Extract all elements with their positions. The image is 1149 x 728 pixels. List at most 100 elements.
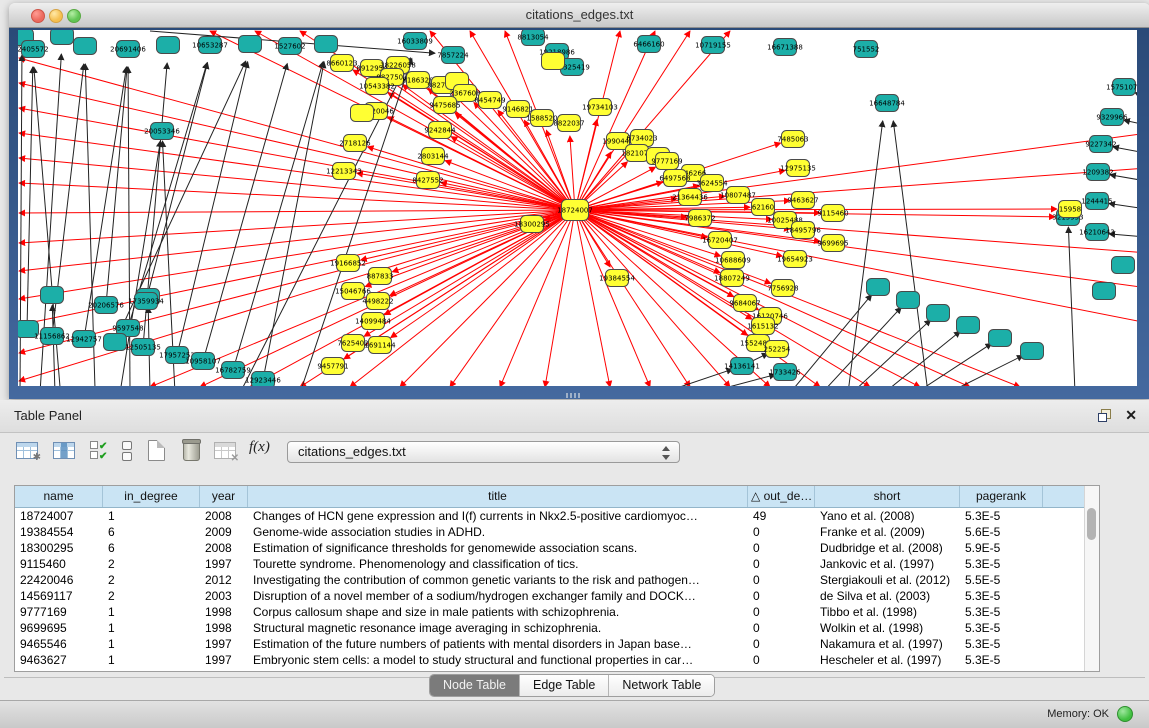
cell-in_degree[interactable]: 1 — [103, 652, 200, 668]
column-header-short[interactable]: short — [815, 486, 960, 507]
delete-column-icon[interactable] — [183, 441, 200, 461]
table-row[interactable]: 1872400712008Changes of HCN gene express… — [15, 508, 1099, 524]
cell-out_de[interactable]: 0 — [748, 652, 815, 668]
cell-in_degree[interactable]: 2 — [103, 556, 200, 572]
cell-title[interactable]: Structural magnetic resonance image aver… — [248, 620, 748, 636]
cell-title[interactable]: Genome-wide association studies in ADHD. — [248, 524, 748, 540]
table-row[interactable]: 969969511998Structural magnetic resonanc… — [15, 620, 1099, 636]
cell-short[interactable]: Franke et al. (2009) — [815, 524, 960, 540]
column-header-name[interactable]: name — [15, 486, 103, 507]
float-panel-icon[interactable] — [1098, 409, 1111, 422]
cell-short[interactable]: Nakamura et al. (1997) — [815, 636, 960, 652]
cell-year[interactable]: 2008 — [200, 540, 248, 556]
cell-short[interactable]: Dudbridge et al. (2008) — [815, 540, 960, 556]
table-selector-dropdown[interactable]: citations_edges.txt — [287, 441, 680, 463]
cell-out_de[interactable]: 0 — [748, 620, 815, 636]
cell-out_de[interactable]: 49 — [748, 508, 815, 524]
cell-pagerank[interactable]: 5.3E-5 — [960, 508, 1043, 524]
vertical-scrollbar[interactable] — [1084, 486, 1099, 671]
cell-short[interactable]: Wolkin et al. (1998) — [815, 620, 960, 636]
network-canvas[interactable]: 2405572206914061065328715276021603380978… — [18, 30, 1137, 386]
column-header-title[interactable]: title — [248, 486, 748, 507]
cell-in_degree[interactable]: 6 — [103, 540, 200, 556]
cell-title[interactable]: Tourette syndrome. Phenomenology and cla… — [248, 556, 748, 572]
tab-node-table[interactable]: Node Table — [430, 675, 520, 696]
column-visibility-icon[interactable] — [53, 442, 75, 459]
cell-pagerank[interactable]: 5.5E-5 — [960, 572, 1043, 588]
cell-in_degree[interactable]: 2 — [103, 572, 200, 588]
cell-year[interactable]: 1997 — [200, 556, 248, 572]
cell-title[interactable]: Changes of HCN gene expression and I(f) … — [248, 508, 748, 524]
cell-year[interactable]: 1997 — [200, 636, 248, 652]
table-row[interactable]: 1456911722003Disruption of a novel membe… — [15, 588, 1099, 604]
cell-out_de[interactable]: 0 — [748, 556, 815, 572]
window-titlebar[interactable]: citations_edges.txt — [9, 3, 1149, 28]
scrollbar-thumb[interactable] — [1087, 508, 1096, 540]
cell-year[interactable]: 2009 — [200, 524, 248, 540]
network-svg[interactable]: 2405572206914061065328715276021603380978… — [18, 30, 1137, 386]
cell-title[interactable]: Estimation of the future numbers of pati… — [248, 636, 748, 652]
cell-short[interactable]: Hescheler et al. (1997) — [815, 652, 960, 668]
table-row[interactable]: 946554611997Estimation of the future num… — [15, 636, 1099, 652]
table-row[interactable]: 2242004622012Investigating the contribut… — [15, 572, 1099, 588]
cell-out_de[interactable]: 0 — [748, 636, 815, 652]
cell-out_de[interactable]: 0 — [748, 540, 815, 556]
cell-in_degree[interactable]: 6 — [103, 524, 200, 540]
cell-title[interactable]: Disruption of a novel member of a sodium… — [248, 588, 748, 604]
cell-in_degree[interactable]: 1 — [103, 508, 200, 524]
cell-title[interactable]: Corpus callosum shape and size in male p… — [248, 604, 748, 620]
new-column-icon[interactable] — [148, 440, 165, 461]
tab-edge-table[interactable]: Edge Table — [520, 675, 609, 696]
table-row[interactable]: 946362711997Embryonic stem cells: a mode… — [15, 652, 1099, 668]
cell-year[interactable]: 1998 — [200, 620, 248, 636]
cell-pagerank[interactable]: 5.9E-5 — [960, 540, 1043, 556]
cell-name[interactable]: 18724007 — [15, 508, 103, 524]
cell-pagerank[interactable]: 5.3E-5 — [960, 636, 1043, 652]
cell-year[interactable]: 1997 — [200, 652, 248, 668]
cell-in_degree[interactable]: 1 — [103, 604, 200, 620]
cell-title[interactable]: Embryonic stem cells: a model to study s… — [248, 652, 748, 668]
cell-short[interactable]: Yano et al. (2008) — [815, 508, 960, 524]
cell-name[interactable]: 19384554 — [15, 524, 103, 540]
cell-name[interactable]: 9777169 — [15, 604, 103, 620]
cell-short[interactable]: Jankovic et al. (1997) — [815, 556, 960, 572]
table-merge-icon[interactable] — [122, 441, 132, 463]
table-mode-icon[interactable]: ✱ — [16, 442, 38, 459]
cell-year[interactable]: 2008 — [200, 508, 248, 524]
cell-year[interactable]: 2012 — [200, 572, 248, 588]
cell-pagerank[interactable]: 5.3E-5 — [960, 588, 1043, 604]
cell-short[interactable]: Tibbo et al. (1998) — [815, 604, 960, 620]
row-selection-icon[interactable]: ✔✔ — [90, 441, 107, 461]
table-row[interactable]: 1938455462009Genome-wide association stu… — [15, 524, 1099, 540]
cell-name[interactable]: 18300295 — [15, 540, 103, 556]
cell-out_de[interactable]: 0 — [748, 572, 815, 588]
cell-name[interactable]: 9465546 — [15, 636, 103, 652]
column-header-year[interactable]: year — [200, 486, 248, 507]
cell-in_degree[interactable]: 1 — [103, 620, 200, 636]
cell-year[interactable]: 2003 — [200, 588, 248, 604]
cell-name[interactable]: 14569117 — [15, 588, 103, 604]
cell-name[interactable]: 9115460 — [15, 556, 103, 572]
cell-name[interactable]: 9699695 — [15, 620, 103, 636]
cell-pagerank[interactable]: 5.3E-5 — [960, 620, 1043, 636]
cell-in_degree[interactable]: 1 — [103, 636, 200, 652]
cell-title[interactable]: Estimation of significance thresholds fo… — [248, 540, 748, 556]
cell-pagerank[interactable]: 5.6E-5 — [960, 524, 1043, 540]
cell-out_de[interactable]: 0 — [748, 604, 815, 620]
column-header-out_de[interactable]: △ out_de… — [748, 486, 815, 507]
tab-network-table[interactable]: Network Table — [609, 675, 714, 696]
table-row[interactable]: 911546021997Tourette syndrome. Phenomeno… — [15, 556, 1099, 572]
function-builder-icon[interactable]: f(x) — [249, 439, 270, 456]
cell-out_de[interactable]: 0 — [748, 524, 815, 540]
cell-year[interactable]: 1998 — [200, 604, 248, 620]
cell-pagerank[interactable]: 5.3E-5 — [960, 556, 1043, 572]
splitter-handle[interactable] — [566, 393, 582, 398]
cell-short[interactable]: de Silva et al. (2003) — [815, 588, 960, 604]
table-row[interactable]: 977716911998Corpus callosum shape and si… — [15, 604, 1099, 620]
close-panel-icon[interactable]: ✕ — [1125, 407, 1137, 423]
table-row[interactable]: 1830029562008Estimation of significance … — [15, 540, 1099, 556]
cell-in_degree[interactable]: 2 — [103, 588, 200, 604]
cell-pagerank[interactable]: 5.3E-5 — [960, 652, 1043, 668]
column-header-pagerank[interactable]: pagerank — [960, 486, 1043, 507]
cell-short[interactable]: Stergiakouli et al. (2012) — [815, 572, 960, 588]
